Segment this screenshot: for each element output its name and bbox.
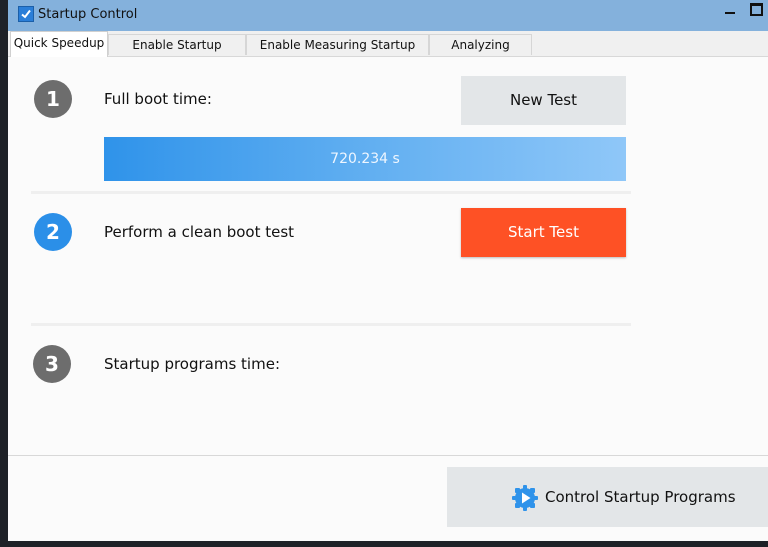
step-1-badge: 1: [34, 80, 72, 118]
new-test-button[interactable]: New Test: [461, 76, 626, 125]
quick-speedup-panel: 1 Full boot time: New Test 720.234 s 2 P…: [8, 57, 768, 455]
play-gear-icon: [511, 484, 539, 512]
boot-time-progress-bar: 720.234 s: [104, 137, 626, 181]
tab-enable-startup-control[interactable]: Enable Startup Control: [108, 34, 246, 73]
maximize-icon[interactable]: [744, 0, 768, 22]
control-startup-programs-label: Control Startup Programs: [545, 488, 736, 506]
section-divider: [31, 191, 631, 194]
minimize-icon[interactable]: [718, 0, 742, 22]
boot-time-value: 720.234 s: [330, 151, 400, 167]
step-3-label: Startup programs time:: [104, 355, 280, 373]
checkmark-icon: [18, 6, 34, 22]
window-title: Startup Control: [38, 7, 138, 22]
step-2-badge: 2: [34, 213, 72, 251]
step-3-badge: 3: [33, 345, 71, 383]
section-divider: [31, 323, 631, 326]
step-1-label: Full boot time:: [104, 90, 212, 108]
tab-enable-measuring-startup-time[interactable]: Enable Measuring Startup Time: [246, 34, 429, 73]
tab-quick-speedup[interactable]: Quick Speedup: [10, 31, 108, 57]
start-test-button[interactable]: Start Test: [461, 208, 626, 257]
step-2-label: Perform a clean boot test: [104, 223, 295, 241]
title-bar[interactable]: Startup Control: [8, 0, 768, 31]
control-startup-programs-button[interactable]: Control Startup Programs: [447, 467, 768, 527]
tab-strip: Quick Speedup Enable Startup Control Ena…: [8, 31, 768, 73]
footer-bar: Control Startup Programs: [8, 455, 768, 541]
app-window: Startup Control Quick Speedup Enable Sta…: [8, 0, 768, 541]
tab-analyzing-results[interactable]: Analyzing Results: [429, 34, 532, 73]
